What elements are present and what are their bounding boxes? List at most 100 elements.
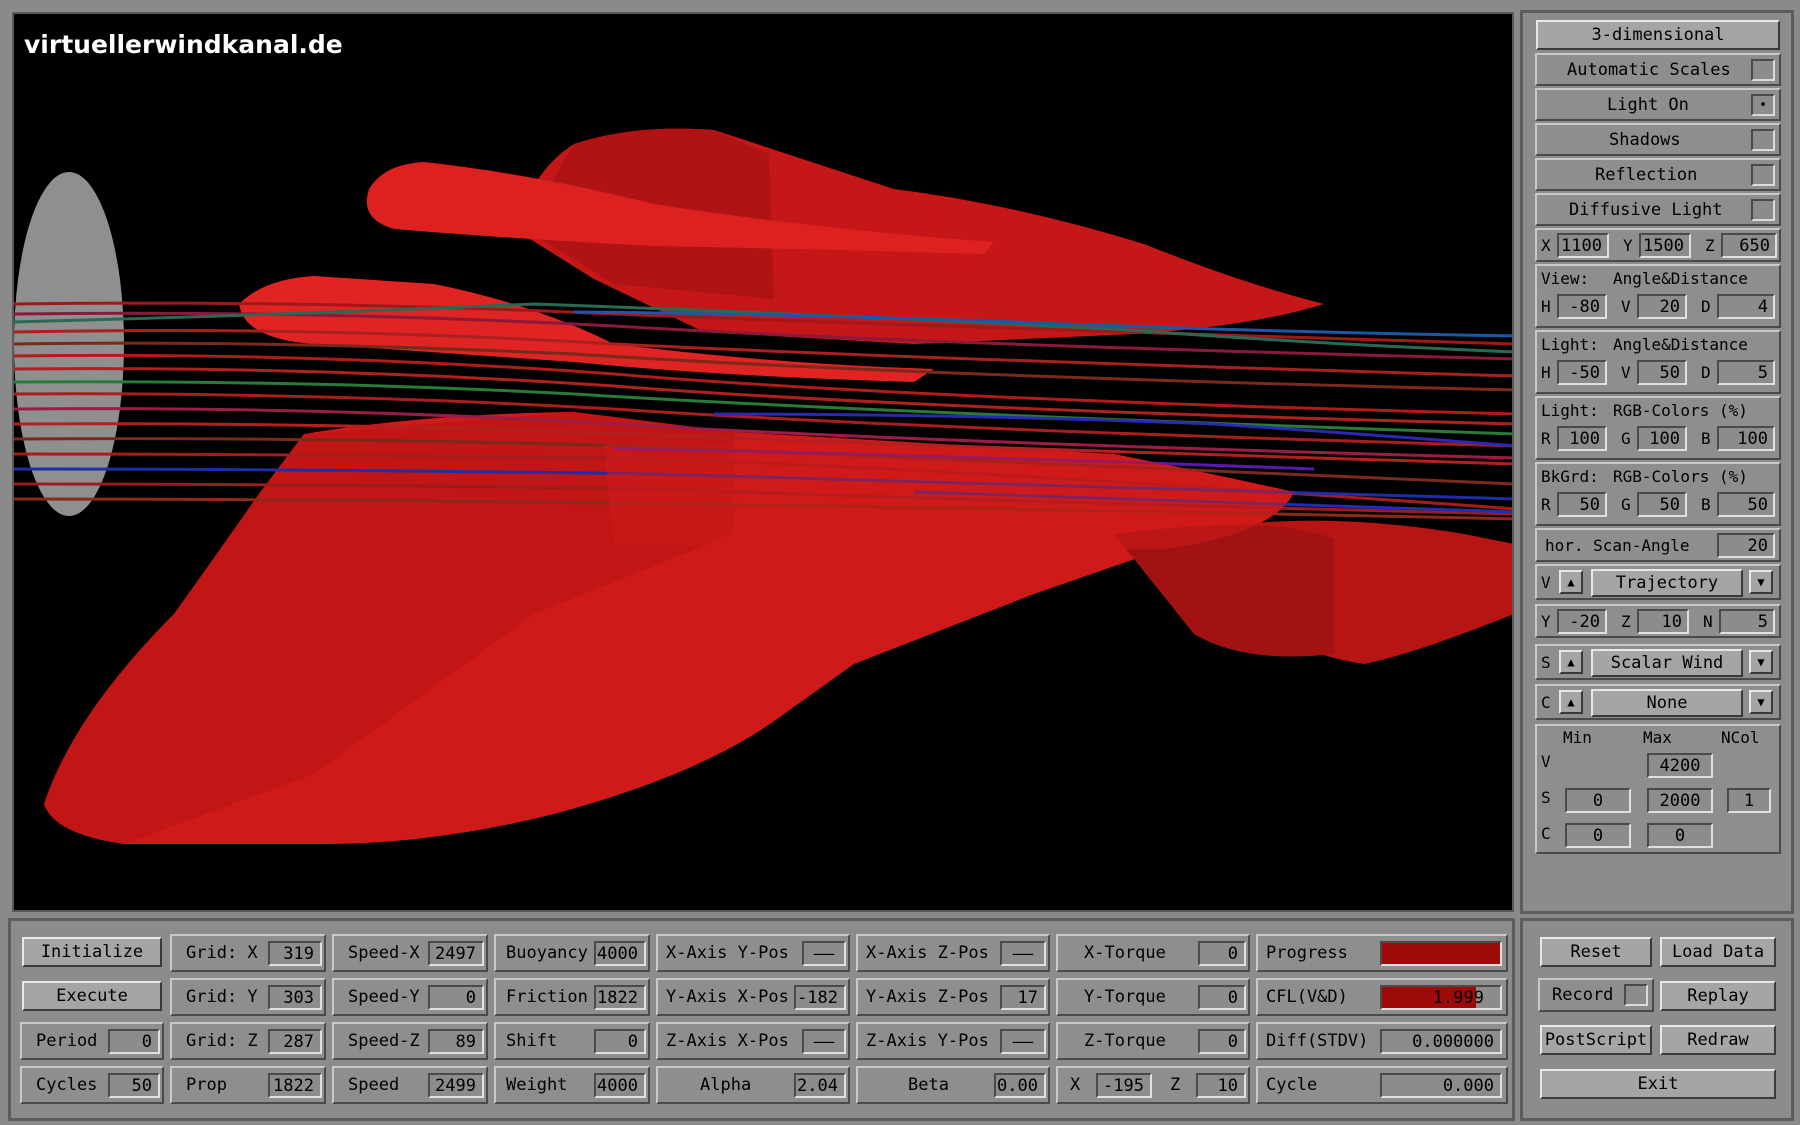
traj-n-field[interactable]: 5: [1719, 609, 1775, 634]
exit-button[interactable]: Exit: [1540, 1069, 1776, 1099]
light-g-field[interactable]: 100: [1637, 426, 1687, 451]
friction-field[interactable]: 1822: [594, 985, 646, 1010]
toggle-reflection[interactable]: Reflection: [1535, 158, 1781, 191]
traj-z-field[interactable]: 10: [1637, 609, 1689, 634]
xaxis-zpos-field[interactable]: ——: [1000, 941, 1046, 966]
postscript-button[interactable]: PostScript: [1540, 1025, 1652, 1055]
traj-y-field[interactable]: -20: [1557, 609, 1607, 634]
replay-button[interactable]: Replay: [1660, 981, 1776, 1011]
record-checkbox[interactable]: [1624, 984, 1648, 1006]
cycle-field: 0.000: [1380, 1073, 1502, 1098]
toggle-diffusive-light[interactable]: Diffusive Light: [1535, 193, 1781, 226]
light-rgb-title: Light:: [1541, 401, 1599, 420]
s-max-field[interactable]: 2000: [1647, 788, 1713, 813]
shift-group: Shift 0: [494, 1022, 650, 1060]
v-max-field[interactable]: 4200: [1647, 753, 1713, 778]
bkgrd-g-field[interactable]: 50: [1637, 492, 1687, 517]
s-min-field[interactable]: 0: [1565, 788, 1631, 813]
speed-y-field[interactable]: 0: [428, 985, 484, 1010]
s-ncol-field[interactable]: 1: [1727, 788, 1771, 813]
view-d-field[interactable]: 4: [1717, 294, 1775, 319]
x-label: X: [1541, 236, 1551, 255]
buoyancy-field[interactable]: 4000: [594, 941, 646, 966]
scan-angle-field[interactable]: 20: [1717, 533, 1775, 558]
checkbox[interactable]: [1751, 164, 1775, 186]
light-d-field[interactable]: 5: [1717, 360, 1775, 385]
speed-x-field[interactable]: 2497: [428, 941, 484, 966]
pos-y-field[interactable]: 1500: [1639, 233, 1691, 258]
v-label: V: [1621, 363, 1631, 382]
toggle-label: Diffusive Light: [1569, 199, 1723, 220]
up-arrow-icon[interactable]: ▲: [1559, 570, 1583, 594]
b-label: B: [1701, 495, 1711, 514]
y-torque-field[interactable]: 0: [1198, 985, 1246, 1010]
light-rgb-subtitle: RGB-Colors (%): [1613, 401, 1748, 420]
mode-3d-button[interactable]: 3-dimensional: [1536, 20, 1780, 50]
light-r-field[interactable]: 100: [1557, 426, 1607, 451]
bkgrd-r-field[interactable]: 50: [1557, 492, 1607, 517]
pos-x-field[interactable]: 1100: [1557, 233, 1609, 258]
c-max-field[interactable]: 0: [1647, 823, 1713, 848]
z-torque-field[interactable]: 0: [1198, 1029, 1246, 1054]
up-arrow-icon[interactable]: ▲: [1559, 690, 1583, 714]
position-group: X 1100 Y 1500 Z 650: [1535, 228, 1781, 262]
light-h-field[interactable]: -50: [1557, 360, 1607, 385]
s-select-dropdown[interactable]: Scalar Wind: [1591, 649, 1743, 677]
weight-group: Weight 4000: [494, 1066, 650, 1104]
s-row-label: S: [1541, 788, 1551, 807]
x-torque-field[interactable]: 0: [1198, 941, 1246, 966]
pos-z-field[interactable]: 650: [1721, 233, 1777, 258]
toggle-automatic-scales[interactable]: Automatic Scales: [1535, 53, 1781, 86]
xaxis-ypos-field[interactable]: ——: [802, 941, 846, 966]
c-select-dropdown[interactable]: None: [1591, 689, 1743, 717]
up-arrow-icon[interactable]: ▲: [1559, 650, 1583, 674]
zaxis-ypos-field[interactable]: ——: [1000, 1029, 1046, 1054]
grid-z-field[interactable]: 287: [268, 1029, 322, 1054]
light-rgb-group: Light: RGB-Colors (%) R 100 G 100 B 100: [1535, 396, 1781, 460]
grid-y-field[interactable]: 303: [268, 985, 322, 1010]
period-field[interactable]: 0: [108, 1029, 160, 1054]
checkbox[interactable]: [1751, 199, 1775, 221]
c-min-field[interactable]: 0: [1565, 823, 1631, 848]
speed-y-group: Speed-Y 0: [332, 978, 488, 1016]
speed-z-field[interactable]: 89: [428, 1029, 484, 1054]
xz-z-field[interactable]: 10: [1196, 1073, 1246, 1098]
weight-field[interactable]: 4000: [594, 1073, 646, 1098]
down-arrow-icon[interactable]: ▼: [1749, 690, 1773, 714]
v-select-value: Trajectory: [1615, 573, 1719, 593]
view-subtitle: Angle&Distance: [1613, 269, 1748, 288]
record-group[interactable]: Record: [1538, 978, 1654, 1012]
redraw-button[interactable]: Redraw: [1660, 1025, 1776, 1055]
yaxis-zpos-field[interactable]: 17: [1000, 985, 1046, 1010]
checkbox[interactable]: •: [1751, 94, 1775, 116]
toggle-shadows[interactable]: Shadows: [1535, 123, 1781, 156]
speed-field[interactable]: 2499: [428, 1073, 484, 1098]
checkbox[interactable]: [1751, 59, 1775, 81]
toggle-light-on[interactable]: Light On •: [1535, 88, 1781, 121]
view-v-field[interactable]: 20: [1637, 294, 1687, 319]
load-data-button[interactable]: Load Data: [1660, 937, 1776, 967]
light-b-field[interactable]: 100: [1717, 426, 1775, 451]
light-v-field[interactable]: 50: [1637, 360, 1687, 385]
alpha-field[interactable]: 2.04: [794, 1073, 846, 1098]
execute-button[interactable]: Execute: [22, 981, 162, 1011]
yaxis-xpos-field[interactable]: -182: [794, 985, 846, 1010]
shift-field[interactable]: 0: [594, 1029, 646, 1054]
checkbox[interactable]: [1751, 129, 1775, 151]
prop-field[interactable]: 1822: [268, 1073, 322, 1098]
speed-x-group: Speed-X 2497: [332, 934, 488, 972]
down-arrow-icon[interactable]: ▼: [1749, 650, 1773, 674]
beta-field[interactable]: 0.00: [994, 1073, 1046, 1098]
zaxis-xpos-field[interactable]: ——: [802, 1029, 846, 1054]
initialize-button[interactable]: Initialize: [22, 937, 162, 967]
down-arrow-icon[interactable]: ▼: [1749, 570, 1773, 594]
render-viewport[interactable]: [12, 12, 1514, 912]
xz-x-field[interactable]: -195: [1096, 1073, 1152, 1098]
view-h-field[interactable]: -80: [1557, 294, 1607, 319]
grid-x-field[interactable]: 319: [268, 941, 322, 966]
bkgrd-b-field[interactable]: 50: [1717, 492, 1775, 517]
cycles-field[interactable]: 50: [108, 1073, 160, 1098]
v-select-dropdown[interactable]: Trajectory: [1591, 569, 1743, 597]
reset-button[interactable]: Reset: [1540, 937, 1652, 967]
yaxis-zpos-label: Y-Axis Z-Pos: [866, 987, 989, 1007]
